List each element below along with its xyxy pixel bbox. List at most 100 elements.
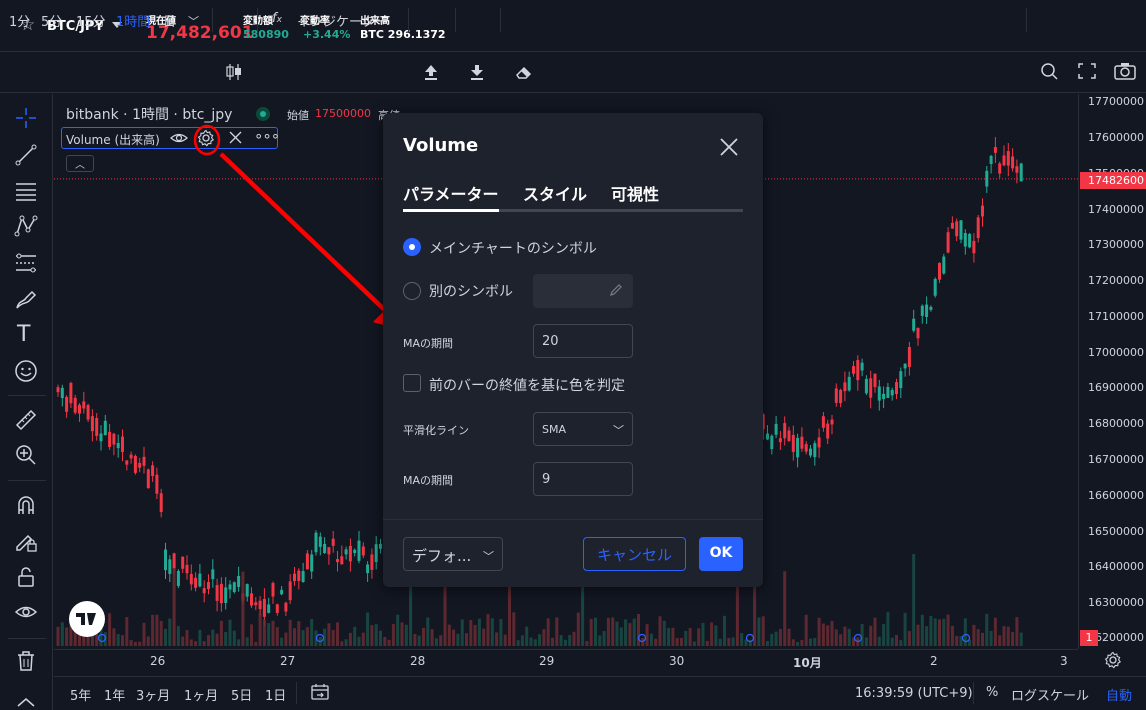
eraser-icon[interactable] (515, 65, 533, 79)
download-icon[interactable] (469, 64, 485, 80)
camera-icon[interactable] (1114, 62, 1136, 80)
tab-visibility[interactable]: 可視性 (611, 181, 659, 205)
main-symbol-radio[interactable] (403, 238, 421, 256)
volume-bar (262, 619, 266, 646)
more-options-icon[interactable]: ∘∘∘ (254, 127, 280, 145)
unlock-icon[interactable] (14, 565, 38, 589)
ruler-icon[interactable] (14, 408, 38, 432)
crosshair-icon[interactable] (14, 106, 38, 130)
collapse-legend-button[interactable]: ︿ (66, 155, 94, 172)
trash-icon[interactable] (15, 650, 37, 672)
volume-bar (938, 619, 941, 646)
volume-bar (834, 629, 838, 646)
volume-bar (164, 628, 167, 646)
range-5y[interactable]: 5年 (70, 685, 91, 704)
visibility-eye-icon[interactable] (170, 131, 188, 145)
dialog-close-icon[interactable] (717, 135, 741, 159)
emoji-icon[interactable] (14, 359, 38, 383)
zoom-in-icon[interactable] (14, 443, 38, 467)
interval-1m[interactable]: 1分 (9, 11, 30, 30)
cancel-button[interactable]: キャンセル (583, 537, 686, 571)
candle-body (340, 556, 344, 565)
prediction-icon[interactable] (14, 251, 38, 275)
chart-toolbar (0, 53, 1146, 93)
range-5d[interactable]: 5日 (231, 685, 252, 704)
candle-body (245, 584, 249, 597)
volume-bar (598, 635, 602, 646)
ohlc-open-value: 17500000 (315, 107, 371, 120)
candle-body (950, 222, 954, 229)
indicators-button[interactable]: インジケーター (297, 11, 388, 30)
volume-bar (237, 639, 241, 646)
brush-icon[interactable] (14, 288, 38, 312)
volume-indicator-label: Volume (出来高) (66, 133, 160, 147)
percent-scale-toggle[interactable]: % (986, 685, 998, 700)
range-1m[interactable]: 1ヶ月 (184, 685, 218, 704)
pattern-icon[interactable] (14, 214, 38, 238)
volume-bar (576, 612, 580, 646)
ma-period-input[interactable]: 20 (533, 324, 633, 358)
ok-button[interactable]: OK (699, 537, 743, 571)
clock-display[interactable]: 16:39:59 (UTC+9) (855, 686, 973, 701)
volume-bar (348, 632, 352, 646)
tab-parameters[interactable]: パラメーター (403, 181, 499, 205)
close-icon[interactable] (229, 131, 242, 144)
ma-period2-input[interactable]: 9 (533, 462, 633, 496)
interval-dropdown-icon[interactable]: ﹀ (188, 13, 199, 29)
chart-settings-gear-icon[interactable] (1104, 651, 1122, 669)
fullscreen-icon[interactable] (1078, 63, 1096, 79)
range-3m[interactable]: 3ヶ月 (136, 685, 170, 704)
interval-15m[interactable]: 15分 (76, 11, 106, 30)
upload-icon[interactable] (423, 64, 439, 80)
volume-bar (821, 623, 825, 646)
time-axis[interactable]: 26 27 28 29 30 10月 2 3 (54, 649, 1078, 675)
volume-bar (916, 624, 920, 646)
interval-5m[interactable]: 5分 (41, 11, 62, 30)
tradingview-logo-icon (76, 613, 96, 625)
other-symbol-radio[interactable] (403, 282, 421, 300)
log-scale-toggle[interactable]: ログスケール (1011, 685, 1089, 704)
candle-body (288, 581, 292, 601)
volume-bar (766, 641, 769, 646)
candle-body (877, 386, 881, 401)
pencil-icon[interactable] (609, 283, 623, 297)
candle-body (968, 233, 972, 248)
volume-bar (925, 626, 929, 646)
smoothing-select[interactable]: SMA ﹀ (533, 412, 633, 446)
color-prev-close-checkbox[interactable] (403, 374, 421, 392)
candle-body (250, 593, 253, 606)
volume-bar (254, 641, 258, 646)
trend-line-icon[interactable] (14, 143, 38, 167)
volume-bar (770, 633, 774, 646)
text-tool-icon[interactable]: T (17, 322, 30, 347)
magnet-icon[interactable] (14, 494, 38, 518)
range-1y[interactable]: 1年 (104, 685, 125, 704)
fib-retracement-icon[interactable] (14, 180, 38, 204)
defaults-dropdown[interactable]: デフォ... ﹀ (403, 537, 503, 571)
tradingview-logo[interactable] (69, 601, 105, 637)
tab-style[interactable]: スタイル (523, 181, 587, 205)
volume-bar (847, 628, 851, 646)
candle-body (770, 435, 774, 450)
range-1d[interactable]: 1日 (265, 685, 286, 704)
price-axis-label: 17300000 (1088, 238, 1144, 251)
volume-bar (667, 627, 671, 646)
volume-bar (555, 617, 559, 646)
volume-bar (357, 636, 361, 646)
indicator-fx-icon[interactable]: fx (272, 11, 282, 26)
interval-1d[interactable]: 日 (163, 11, 176, 30)
price-axis[interactable]: 17700000 17600000 17500000 17400000 1730… (1078, 94, 1146, 649)
auto-scale-toggle[interactable]: 自動 (1106, 685, 1132, 704)
candle-body (813, 443, 817, 458)
candle-style-icon[interactable] (225, 62, 243, 82)
eye-icon[interactable] (14, 600, 38, 624)
candle-body (293, 573, 296, 582)
time-axis-label: 28 (410, 654, 426, 668)
zoom-search-icon[interactable] (1040, 62, 1058, 80)
interval-1h[interactable]: 1時間 (116, 11, 150, 30)
candle-body (237, 576, 241, 587)
chevron-up-icon[interactable] (15, 696, 37, 708)
candle-body (168, 559, 172, 574)
calendar-goto-icon[interactable] (310, 683, 330, 701)
lock-pencil-icon[interactable] (14, 529, 38, 553)
